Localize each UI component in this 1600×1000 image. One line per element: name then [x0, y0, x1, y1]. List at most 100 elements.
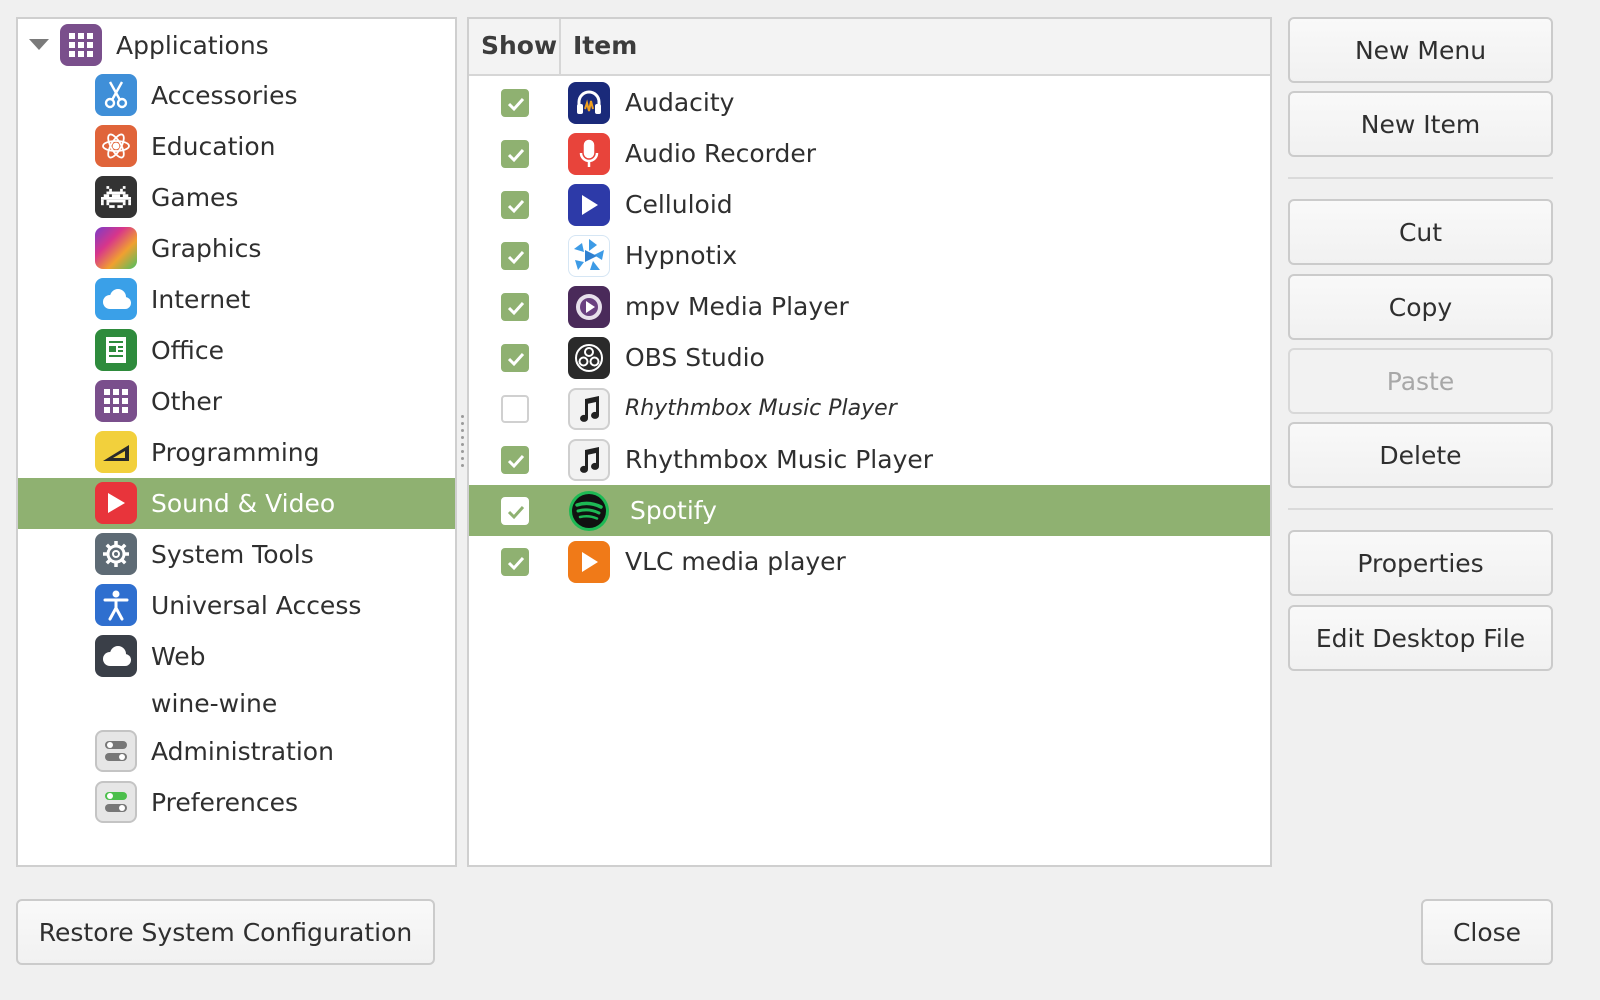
cone-play-icon [568, 541, 610, 583]
microphone-icon [568, 133, 610, 175]
tree-item-label: Education [151, 132, 276, 161]
column-header-show[interactable]: Show [469, 19, 561, 74]
music-note-icon [568, 388, 610, 430]
show-checkbox[interactable] [501, 497, 529, 525]
space-invader-icon [95, 176, 137, 218]
tree-item-label: System Tools [151, 540, 314, 569]
list-row-audacity[interactable]: Audacity [469, 77, 1270, 128]
show-checkbox[interactable] [501, 395, 529, 423]
tree-item-accessories[interactable]: Accessories [18, 70, 455, 121]
show-checkbox[interactable] [501, 293, 529, 321]
tree-item-system-tools[interactable]: System Tools [18, 529, 455, 580]
cloud-icon [95, 635, 137, 677]
tree-item-office[interactable]: Office [18, 325, 455, 376]
tree-item-administration[interactable]: Administration [18, 726, 455, 777]
tree-item-sound-video[interactable]: Sound & Video [18, 478, 455, 529]
tree-item-wine-wine[interactable]: wine-wine [18, 680, 455, 726]
atom-icon [95, 125, 137, 167]
tree-root-label: Applications [116, 31, 269, 60]
item-label: Hypnotix [625, 241, 738, 270]
close-button[interactable]: Close [1421, 899, 1553, 965]
item-label: Spotify [630, 496, 717, 525]
list-row-audio-recorder[interactable]: Audio Recorder [469, 128, 1270, 179]
show-checkbox[interactable] [501, 446, 529, 474]
show-checkbox[interactable] [501, 242, 529, 270]
grid-icon [95, 380, 137, 422]
delete-button[interactable]: Delete [1288, 422, 1553, 488]
music-note-icon [568, 439, 610, 481]
color-gradient-icon [95, 227, 137, 269]
list-row-spotify[interactable]: Spotify [469, 485, 1270, 536]
tree-item-label: wine-wine [151, 689, 278, 718]
list-row-vlc[interactable]: VLC media player [469, 536, 1270, 587]
show-checkbox[interactable] [501, 191, 529, 219]
item-label: OBS Studio [625, 343, 765, 372]
item-label: Audio Recorder [625, 139, 817, 168]
tree-item-label: Office [151, 336, 224, 365]
show-checkbox[interactable] [501, 89, 529, 117]
new-item-button[interactable]: New Item [1288, 91, 1553, 157]
category-tree[interactable]: Applications Accessories Education Games… [16, 17, 457, 867]
tree-item-label: Programming [151, 438, 320, 467]
scissors-icon [95, 74, 137, 116]
document-icon [95, 329, 137, 371]
tree-item-label: Preferences [151, 788, 299, 817]
show-checkbox[interactable] [501, 548, 529, 576]
tree-item-graphics[interactable]: Graphics [18, 223, 455, 274]
list-row-celluloid[interactable]: Celluloid [469, 179, 1270, 230]
new-menu-button[interactable]: New Menu [1288, 17, 1553, 83]
tree-item-label: Graphics [151, 234, 262, 263]
tree-item-universal-access[interactable]: Universal Access [18, 580, 455, 631]
item-label: VLC media player [625, 547, 846, 576]
play-circle-icon [568, 286, 610, 328]
accessibility-icon [95, 584, 137, 626]
tree-item-label: Internet [151, 285, 251, 314]
show-checkbox[interactable] [501, 140, 529, 168]
separator [1288, 177, 1553, 179]
tree-item-label: Games [151, 183, 239, 212]
pane-resize-handle[interactable] [458, 415, 466, 467]
toggle-icon [95, 781, 137, 823]
list-row-rhythmbox-hidden[interactable]: Rhythmbox Music Player [469, 383, 1270, 434]
play-icon [568, 184, 610, 226]
expander-triangle-icon[interactable] [29, 39, 49, 50]
list-row-mpv[interactable]: mpv Media Player [469, 281, 1270, 332]
obs-icon [568, 337, 610, 379]
play-icon [95, 482, 137, 524]
cut-button[interactable]: Cut [1288, 199, 1553, 265]
tree-root-applications[interactable]: Applications [18, 19, 455, 71]
item-list[interactable]: Show Item Audacity Audio Recorder Cellul… [467, 17, 1272, 867]
tree-item-preferences[interactable]: Preferences [18, 777, 455, 828]
tree-item-internet[interactable]: Internet [18, 274, 455, 325]
tree-item-programming[interactable]: Programming [18, 427, 455, 478]
tree-item-other[interactable]: Other [18, 376, 455, 427]
tree-item-label: Accessories [151, 81, 298, 110]
paste-button[interactable]: Paste [1288, 348, 1553, 414]
tree-item-games[interactable]: Games [18, 172, 455, 223]
column-header-item[interactable]: Item [561, 19, 1270, 74]
gear-icon [95, 533, 137, 575]
spotify-icon [568, 490, 610, 532]
tree-item-label: Other [151, 387, 222, 416]
tree-item-education[interactable]: Education [18, 121, 455, 172]
list-row-rhythmbox[interactable]: Rhythmbox Music Player [469, 434, 1270, 485]
ruler-triangle-icon [95, 431, 137, 473]
list-row-obs-studio[interactable]: OBS Studio [469, 332, 1270, 383]
properties-button[interactable]: Properties [1288, 530, 1553, 596]
show-checkbox[interactable] [501, 344, 529, 372]
hypnotix-icon [568, 235, 610, 277]
list-header: Show Item [469, 19, 1270, 76]
list-row-hypnotix[interactable]: Hypnotix [469, 230, 1270, 281]
separator [1288, 508, 1553, 510]
tree-item-web[interactable]: Web [18, 631, 455, 682]
item-label: Celluloid [625, 190, 733, 219]
copy-button[interactable]: Copy [1288, 274, 1553, 340]
restore-system-configuration-button[interactable]: Restore System Configuration [16, 899, 435, 965]
edit-desktop-file-button[interactable]: Edit Desktop File [1288, 605, 1553, 671]
tree-item-label: Sound & Video [151, 489, 336, 518]
item-label: mpv Media Player [625, 292, 849, 321]
item-label: Audacity [625, 88, 735, 117]
cloud-icon [95, 278, 137, 320]
headphones-icon [568, 82, 610, 124]
tree-item-label: Administration [151, 737, 334, 766]
